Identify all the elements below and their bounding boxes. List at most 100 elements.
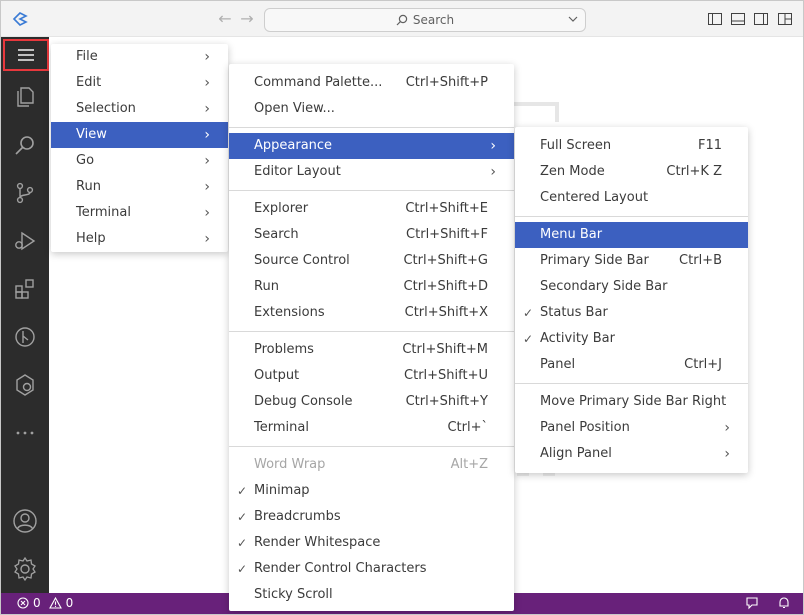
- search-view-button[interactable]: [1, 121, 49, 169]
- remote-explorer-icon: [16, 374, 34, 396]
- view-item-source-control[interactable]: Source Control Ctrl+Shift+G: [229, 248, 514, 274]
- chevron-right-icon: ›: [724, 420, 730, 436]
- warning-icon: [48, 597, 62, 609]
- menu-item-help[interactable]: Help ›: [51, 226, 228, 252]
- menu-item-edit[interactable]: Edit ›: [51, 70, 228, 96]
- chevron-right-icon: ›: [724, 446, 730, 462]
- checkmark-icon: ✓: [237, 484, 248, 498]
- view-item-breadcrumbs[interactable]: ✓ Breadcrumbs: [229, 504, 514, 530]
- menu-item-file[interactable]: File ›: [51, 44, 228, 70]
- gear-icon: [14, 556, 36, 582]
- appearance-item-activity-bar[interactable]: ✓ Activity Bar: [515, 326, 748, 352]
- search-label: Search: [412, 13, 455, 27]
- application-menu: File › Edit › Selection › View › Go › Run › Te…: [51, 44, 228, 252]
- more-views-button[interactable]: [1, 409, 49, 457]
- menu-item-view[interactable]: View ›: [51, 122, 228, 148]
- application-menu-button[interactable]: [3, 39, 49, 71]
- view-item-run[interactable]: Run Ctrl+Shift+D: [229, 274, 514, 300]
- checkmark-icon: ✓: [523, 306, 534, 320]
- chevron-right-icon: ›: [490, 164, 496, 180]
- menu-item-terminal[interactable]: Terminal ›: [51, 200, 228, 226]
- view-item-minimap[interactable]: ✓ Minimap: [229, 478, 514, 504]
- git-graph-button[interactable]: [1, 313, 49, 361]
- chevron-right-icon: ›: [204, 75, 210, 91]
- problems-indicator[interactable]: 0 0: [17, 596, 73, 610]
- appearance-submenu: Full Screen F11 Zen Mode Ctrl+K Z Centered…: [515, 127, 748, 473]
- menu-separator: [229, 127, 514, 128]
- view-item-word-wrap[interactable]: Word Wrap Alt+Z: [229, 452, 514, 478]
- warning-count: 0: [65, 596, 74, 610]
- menu-item-run[interactable]: Run ›: [51, 174, 228, 200]
- chevron-down-icon[interactable]: [567, 13, 579, 25]
- view-item-search[interactable]: Search Ctrl+Shift+F: [229, 222, 514, 248]
- explorer-button[interactable]: [1, 73, 49, 121]
- menu-item-selection[interactable]: Selection ›: [51, 96, 228, 122]
- checkmark-icon: ✓: [237, 562, 248, 576]
- appearance-item-centered-layout[interactable]: Centered Layout: [515, 185, 748, 211]
- view-item-explorer[interactable]: Explorer Ctrl+Shift+E: [229, 196, 514, 222]
- appearance-item-panel[interactable]: Panel Ctrl+J: [515, 352, 748, 378]
- search-icon: [396, 14, 408, 26]
- chevron-right-icon: ›: [204, 127, 210, 143]
- view-item-output[interactable]: Output Ctrl+Shift+U: [229, 363, 514, 389]
- view-submenu: Command Palette... Ctrl+Shift+P Open View…: [229, 64, 514, 611]
- customize-layout-icon[interactable]: [777, 11, 793, 27]
- appearance-item-zen-mode[interactable]: Zen Mode Ctrl+K Z: [515, 159, 748, 185]
- view-item-render-whitespace[interactable]: ✓ Render Whitespace: [229, 530, 514, 556]
- manage-button[interactable]: [1, 545, 49, 593]
- search-icon: [15, 136, 34, 155]
- files-icon: [17, 87, 34, 107]
- error-icon: [17, 597, 29, 609]
- appearance-item-full-screen[interactable]: Full Screen F11: [515, 133, 748, 159]
- command-center-search[interactable]: Search: [264, 8, 586, 32]
- chevron-right-icon: ›: [204, 49, 210, 65]
- menu-item-go[interactable]: Go ›: [51, 148, 228, 174]
- view-item-extensions[interactable]: Extensions Ctrl+Shift+X: [229, 300, 514, 326]
- menu-separator: [515, 216, 748, 217]
- view-item-render-control-characters[interactable]: ✓ Render Control Characters: [229, 556, 514, 582]
- appearance-item-menu-bar[interactable]: Menu Bar: [515, 222, 748, 248]
- view-item-appearance[interactable]: Appearance ›: [229, 133, 514, 159]
- hamburger-menu-icon: [18, 49, 34, 61]
- app-logo-icon: [12, 12, 28, 26]
- appearance-item-align-panel[interactable]: Align Panel ›: [515, 441, 748, 467]
- git-graph-icon: [15, 327, 35, 347]
- notifications-bell-icon[interactable]: [777, 596, 791, 610]
- appearance-item-primary-side-bar[interactable]: Primary Side Bar Ctrl+B: [515, 248, 748, 274]
- remote-explorer-button[interactable]: [1, 361, 49, 409]
- title-bar: ← → Search: [1, 1, 803, 37]
- chevron-right-icon: ›: [490, 138, 496, 154]
- forward-arrow-icon[interactable]: →: [238, 10, 256, 28]
- run-debug-button[interactable]: [1, 217, 49, 265]
- feedback-icon[interactable]: [745, 596, 759, 610]
- appearance-item-status-bar[interactable]: ✓ Status Bar: [515, 300, 748, 326]
- checkmark-icon: ✓: [237, 510, 248, 524]
- toggle-secondary-sidebar-icon[interactable]: [753, 11, 769, 27]
- extensions-button[interactable]: [1, 265, 49, 313]
- appearance-item-move-primary-side-bar-right[interactable]: Move Primary Side Bar Right: [515, 389, 748, 415]
- accounts-button[interactable]: [1, 497, 49, 545]
- checkmark-icon: ✓: [237, 536, 248, 550]
- menu-separator: [229, 446, 514, 447]
- chevron-right-icon: ›: [204, 179, 210, 195]
- view-item-command-palette[interactable]: Command Palette... Ctrl+Shift+P: [229, 70, 514, 96]
- toggle-panel-icon[interactable]: [730, 11, 746, 27]
- back-arrow-icon[interactable]: ←: [216, 10, 234, 28]
- error-count: 0: [33, 596, 41, 610]
- menu-separator: [515, 383, 748, 384]
- source-control-button[interactable]: [1, 169, 49, 217]
- view-item-editor-layout[interactable]: Editor Layout ›: [229, 159, 514, 185]
- view-item-sticky-scroll[interactable]: Sticky Scroll: [229, 582, 514, 608]
- activity-bar: [1, 37, 49, 593]
- run-debug-icon: [15, 231, 36, 251]
- view-item-debug-console[interactable]: Debug Console Ctrl+Shift+Y: [229, 389, 514, 415]
- chevron-right-icon: ›: [204, 101, 210, 117]
- appearance-item-panel-position[interactable]: Panel Position ›: [515, 415, 748, 441]
- ellipsis-icon: [16, 431, 34, 435]
- appearance-item-secondary-side-bar[interactable]: Secondary Side Bar: [515, 274, 748, 300]
- view-item-problems[interactable]: Problems Ctrl+Shift+M: [229, 337, 514, 363]
- toggle-primary-sidebar-icon[interactable]: [707, 11, 723, 27]
- view-item-terminal[interactable]: Terminal Ctrl+`: [229, 415, 514, 441]
- view-item-open-view[interactable]: Open View...: [229, 96, 514, 122]
- menu-separator: [229, 190, 514, 191]
